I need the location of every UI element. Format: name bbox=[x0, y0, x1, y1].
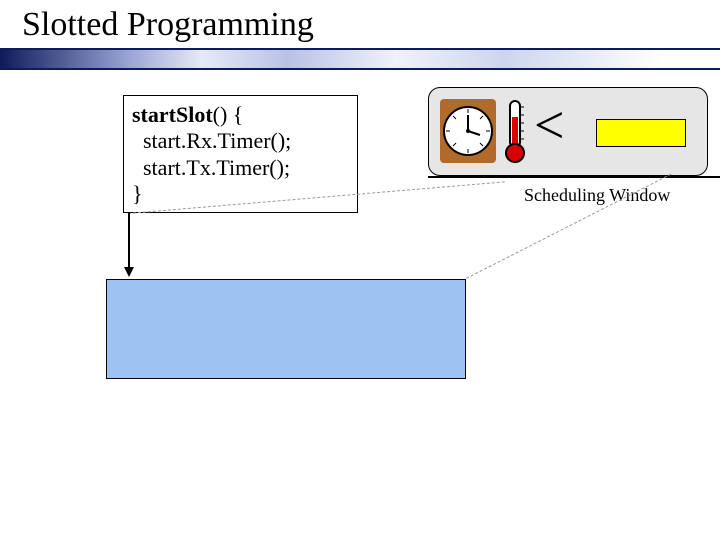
code-line-1-rest: () { bbox=[213, 102, 244, 127]
slot-rect bbox=[596, 119, 686, 147]
less-than-symbol: < bbox=[534, 98, 564, 152]
code-line-1: startSlot() { bbox=[132, 102, 349, 128]
scheduling-label: Scheduling Window bbox=[524, 185, 670, 206]
arrow-down bbox=[128, 213, 130, 275]
clock-icon bbox=[440, 99, 496, 163]
title-rule-bot bbox=[0, 68, 720, 70]
code-func-name: startSlot bbox=[132, 102, 213, 127]
thermometer-icon bbox=[504, 99, 526, 163]
timeline-segment bbox=[106, 279, 466, 379]
title-band bbox=[0, 50, 720, 68]
baseline-rule bbox=[428, 176, 720, 178]
code-line-2: start.Rx.Timer(); bbox=[132, 128, 349, 154]
page-title: Slotted Programming bbox=[22, 6, 314, 44]
code-line-3: start.Tx.Timer(); bbox=[132, 155, 349, 181]
code-box: startSlot() { start.Rx.Timer(); start.Tx… bbox=[123, 95, 358, 213]
